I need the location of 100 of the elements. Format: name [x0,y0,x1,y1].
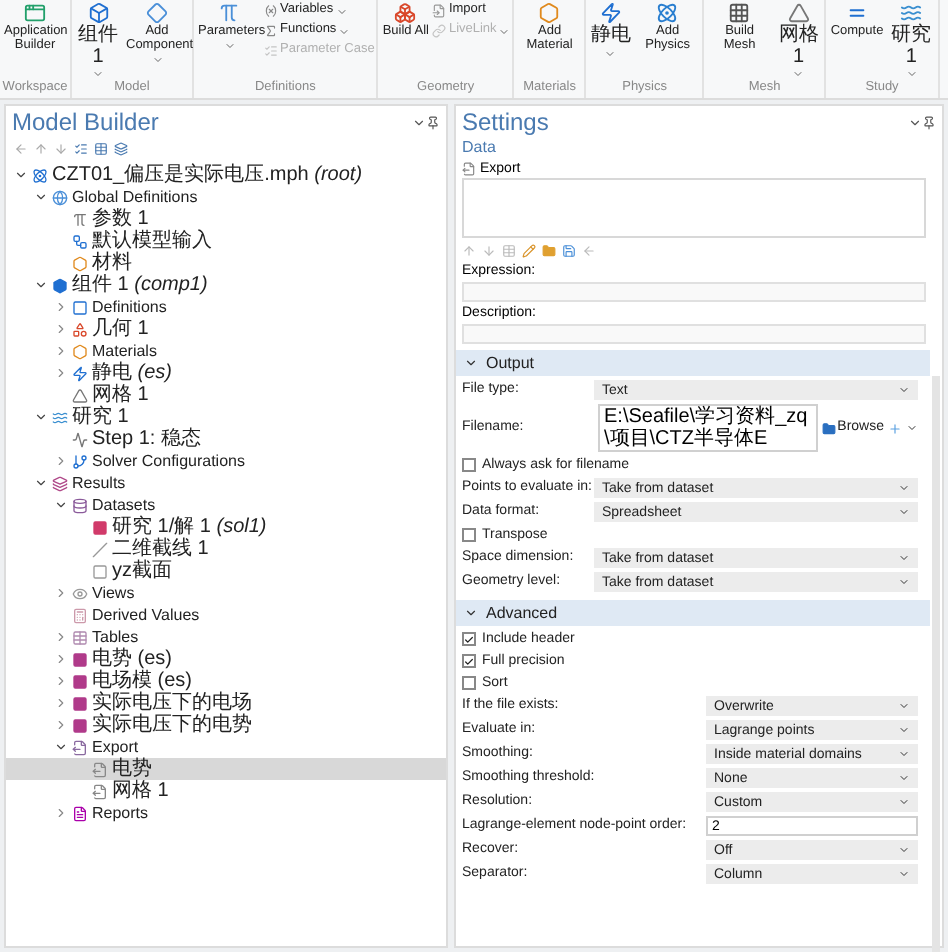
tree-item[interactable]: Datasets [6,494,446,516]
tree-item[interactable]: Solver Configurations [6,450,446,472]
tree-item[interactable]: 研究 1/解 1 (sol1) [6,516,446,538]
tree-label: 电场模 (es) [92,671,192,691]
tree-item[interactable]: 参数 1 [6,208,446,230]
square-icon [72,673,88,689]
caret-icon [151,53,163,66]
document-icon [72,805,88,821]
input-field[interactable] [462,324,926,344]
pin-icon[interactable] [426,115,440,129]
caret-icon [905,68,918,80]
pi-icon [218,2,240,24]
save-icon[interactable] [562,243,576,257]
tree-item[interactable]: Materials [6,340,446,362]
tree-item[interactable]: 二维截线 1 [6,538,446,560]
panel-title: Settings [462,110,549,134]
tree-item[interactable]: 实际电压下的电势 [6,714,446,736]
tree-label: Views [92,585,135,601]
tree-item[interactable]: Tables [6,626,446,648]
tree-item[interactable]: Results [6,472,446,494]
tree-item[interactable]: Views [6,582,446,604]
filename-field[interactable]: E:\Seafile\学习资料_zq\项目\CTZ半导体E [598,404,818,452]
table-icon[interactable] [502,243,516,257]
export-icon [92,783,108,799]
square-icon [72,299,88,315]
tree-label: Step 1: 稳态 [92,429,201,449]
line-icon [72,431,88,447]
tree-label: 研究 1 [72,407,129,427]
checkbox[interactable] [462,528,476,542]
back-icon[interactable] [582,243,596,257]
tree-label: 材料 [92,253,132,273]
checkbox[interactable] [462,676,476,690]
scrollbar[interactable] [932,376,940,952]
tree-item[interactable]: 默认模型输入 [6,230,446,252]
ribbon-button[interactable]: 组件 1 [74,2,122,80]
tree-item[interactable]: Derived Values [6,604,446,626]
tree-item[interactable]: CZT01_偏压是实际电压.mph (root) [6,164,446,186]
square-icon [72,651,88,667]
tree-item[interactable]: 电势 (es) [6,648,446,670]
tree-item[interactable]: 静电 (es) [6,362,446,384]
back-icon[interactable] [14,142,28,156]
tree-item[interactable]: 网格 1 [6,780,446,802]
table-icon[interactable] [94,142,108,156]
export-icon [72,739,88,755]
up-arrow-icon[interactable] [462,243,476,257]
tree-item[interactable]: yz截面 [6,560,446,582]
caret-icon [92,68,104,80]
ribbon-button[interactable]: 网格 1 [774,2,823,80]
diamond-icon [146,2,168,24]
tree-item[interactable]: Definitions [6,296,446,318]
input-field[interactable] [462,282,926,302]
folder-icon[interactable] [542,243,556,257]
tree-label: Solver Configurations [92,453,245,469]
checkbox[interactable] [462,632,476,646]
tree-label: 研究 1/解 1 (sol1) [112,517,267,537]
tree-label: Tables [92,629,139,645]
checkbox[interactable] [462,458,476,472]
section-header[interactable]: Output [456,350,930,376]
tree-label: 网格 1 [92,385,149,405]
panel-title: Model Builder [12,110,159,134]
tree-label: Results [72,475,126,491]
square-icon [72,695,88,711]
list-icon [264,44,278,58]
caret-icon[interactable] [412,115,426,129]
down-arrow-icon[interactable] [54,142,68,156]
checkbox[interactable] [462,654,476,668]
wave-icon [900,2,923,24]
ribbon-button[interactable]: 静电 [588,2,633,59]
tree-item[interactable]: Reports [6,802,446,824]
triangle-icon [72,387,88,403]
tree-label: Materials [92,343,157,359]
pin-icon[interactable] [922,115,936,129]
caret-icon [898,384,910,396]
plus-icon[interactable] [888,421,902,435]
down-arrow-icon[interactable] [482,243,496,257]
pencil-icon[interactable] [522,243,536,257]
wave-icon [52,409,68,425]
section-header[interactable]: Advanced [456,600,930,626]
triangle-icon [787,2,810,24]
tree-item[interactable]: 研究 1 [6,406,446,428]
tree-label: 电势 (es) [92,649,172,669]
tree-label: 默认模型输入 [92,231,212,251]
list-icon[interactable] [74,142,88,156]
tree-item[interactable]: 材料 [6,252,446,274]
tree-item[interactable]: Global Definitions [6,186,446,208]
tree-item[interactable]: 实际电压下的电场 [6,692,446,714]
tree-item[interactable]: 几何 1 [6,318,446,340]
up-arrow-icon[interactable] [34,142,48,156]
caret-icon[interactable] [908,115,922,129]
tree-item[interactable]: Export [6,736,446,758]
tree-item[interactable]: 电势 [6,758,446,780]
square-icon [72,717,88,733]
variable-icon [264,4,278,18]
tree-item[interactable]: Step 1: 稳态 [6,428,446,450]
ribbon-button[interactable]: 研究 1 [887,2,936,80]
tree-item[interactable]: 网格 1 [6,384,446,406]
layers-icon[interactable] [114,142,128,156]
square-icon [92,519,108,535]
tree-item[interactable]: 电场模 (es) [6,670,446,692]
tree-item[interactable]: 组件 1 (comp1) [6,274,446,296]
